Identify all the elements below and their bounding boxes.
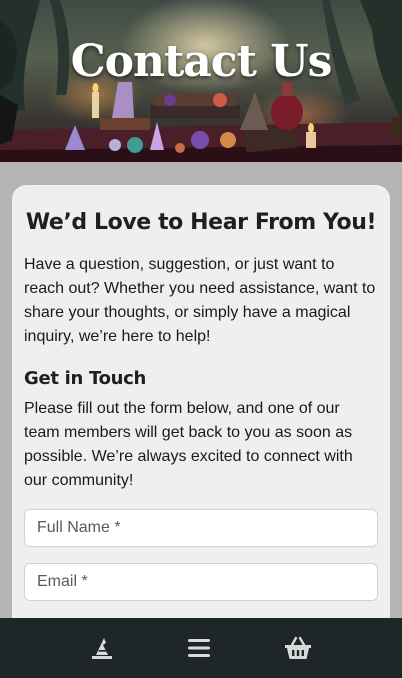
nav-menu-button[interactable] — [183, 632, 215, 664]
card-heading: We’d Love to Hear From You! — [25, 210, 377, 235]
intro-paragraph: Have a question, suggestion, or just wan… — [24, 256, 376, 345]
basket-icon — [285, 636, 311, 659]
get-in-touch-heading: Get in Touch — [24, 368, 147, 389]
witch-hat-icon — [92, 638, 112, 659]
hero-banner: Contact Us — [0, 0, 402, 162]
contact-card: We’d Love to Hear From You! Have a quest… — [12, 185, 390, 645]
hamburger-menu-icon — [188, 639, 210, 657]
page-title: Contact Us — [70, 36, 333, 87]
get-in-touch-paragraph: Please fill out the form below, and one … — [24, 400, 353, 489]
nav-home-button[interactable] — [86, 632, 118, 664]
bottom-navigation-bar — [0, 618, 402, 678]
email-field[interactable] — [24, 563, 378, 601]
nav-cart-button[interactable] — [282, 632, 314, 664]
full-name-field[interactable] — [24, 509, 378, 547]
